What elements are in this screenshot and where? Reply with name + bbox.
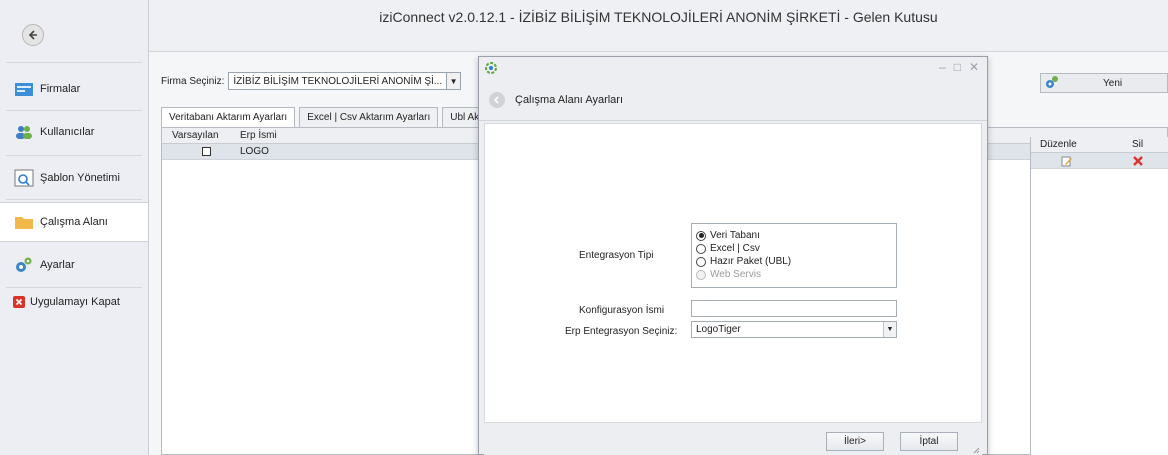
sidebar-item-label: Ayarlar (40, 259, 75, 271)
erp-name-cell: LOGO (240, 146, 269, 157)
sidebar-item-label: Uygulamayı Kapat (30, 296, 120, 308)
sidebar-item-kullanicilar[interactable]: Kullanıcılar (0, 112, 148, 152)
cancel-button[interactable]: İptal (900, 432, 958, 451)
radio-excel-csv[interactable]: Excel | Csv (696, 243, 760, 254)
column-header-duzenle[interactable]: Düzenle (1040, 139, 1077, 150)
sidebar-item-sablon[interactable]: Şablon Yönetimi (0, 158, 148, 198)
integration-type-group: Veri Tabanı Excel | Csv Hazır Paket (UBL… (691, 223, 897, 288)
sidebar-item-label: Şablon Yönetimi (40, 172, 120, 184)
firma-selector-row: Firma Seçiniz: İZİBİZ BİLİŞİM TEKNOLOJİL… (161, 72, 462, 90)
chevron-down-icon[interactable]: ▼ (446, 73, 461, 89)
integration-type-label: Entegrasyon Tipi (579, 250, 654, 261)
back-icon[interactable] (489, 91, 505, 108)
sidebar-divider (6, 62, 142, 63)
erp-select[interactable]: LogoTiger ▼ (691, 321, 897, 338)
chevron-down-icon[interactable]: ▼ (883, 322, 896, 337)
maximize-icon[interactable]: □ (954, 60, 961, 74)
gears-icon (14, 256, 34, 274)
app-logo-icon (485, 62, 497, 74)
radio-label: Hazır Paket (UBL) (710, 256, 792, 267)
dialog-body: Entegrasyon Tipi Veri Tabanı Excel | Csv… (484, 123, 982, 423)
window-title: iziConnect v2.0.12.1 - İZİBİZ BİLİŞİM TE… (379, 9, 938, 25)
minimize-icon[interactable]: – (939, 60, 946, 74)
sidebar-item-firmalar[interactable]: Firmalar (0, 69, 148, 109)
sidebar-item-uygulamayi-kapat[interactable]: Uygulamayı Kapat (0, 291, 148, 313)
company-icon (14, 80, 34, 98)
next-button[interactable]: İleri> (826, 432, 884, 451)
erp-select-label: Erp Entegrasyon Seçiniz: (565, 326, 678, 337)
tab-veritabani[interactable]: Veritabanı Aktarım Ayarları (161, 107, 296, 127)
radio-label: Web Servis (710, 269, 761, 280)
resize-grip-icon[interactable] (972, 446, 980, 454)
dialog-header: Çalışma Alanı Ayarları (479, 79, 987, 121)
users-icon (14, 123, 34, 141)
grid-actions-columns: Düzenle Sil (1030, 137, 1168, 455)
firma-label: Firma Seçiniz: (161, 75, 225, 87)
window-controls: – □ ✕ (939, 60, 979, 74)
arrow-left-icon (28, 30, 37, 40)
sidebar: Firmalar Kullanıcılar Şablon Yönetimi Ça… (0, 0, 149, 455)
sidebar-item-label: Çalışma Alanı (40, 216, 108, 228)
edit-icon[interactable] (1061, 155, 1073, 170)
sidebar-item-label: Firmalar (40, 83, 81, 95)
sidebar-divider (6, 110, 142, 111)
new-button-label: Yeni (1103, 77, 1123, 89)
column-header-varsayilan[interactable]: Varsayılan (172, 130, 219, 141)
window-titlebar: iziConnect v2.0.12.1 - İZİBİZ BİLİŞİM TE… (149, 0, 1168, 52)
firma-select[interactable]: İZİBİZ BİLİŞİM TEKNOLOJİLERİ ANONİM Şİ..… (228, 72, 462, 90)
radio-button[interactable] (696, 256, 706, 267)
workspace-settings-dialog: – □ ✕ Çalışma Alanı Ayarları Entegrasyon… (478, 56, 988, 455)
dialog-footer: İleri> İptal (484, 423, 982, 455)
firma-select-value: İZİBİZ BİLİŞİM TEKNOLOJİLERİ ANONİM Şİ..… (233, 75, 443, 87)
sidebar-divider (6, 199, 142, 200)
radio-label: Veri Tabanı (710, 230, 760, 241)
table-row-actions (1031, 153, 1168, 169)
folder-icon (14, 213, 34, 231)
default-checkbox[interactable] (202, 147, 211, 156)
radio-veri-tabani[interactable]: Veri Tabanı (696, 230, 760, 241)
sidebar-item-label: Kullanıcılar (40, 126, 95, 138)
new-button[interactable]: Yeni (1040, 73, 1168, 93)
radio-label: Excel | Csv (710, 243, 760, 254)
erp-select-value: LogoTiger (696, 324, 741, 335)
dialog-titlebar: – □ ✕ (479, 57, 987, 79)
gears-icon (1045, 75, 1059, 92)
sidebar-item-calisma-alani[interactable]: Çalışma Alanı (0, 202, 148, 242)
sidebar-item-ayarlar[interactable]: Ayarlar (0, 245, 148, 285)
tab-strip: Veritabanı Aktarım Ayarları Excel | Csv … (161, 107, 491, 127)
close-icon[interactable]: ✕ (969, 60, 979, 74)
config-name-label: Konfigurasyon İsmi (579, 305, 665, 316)
column-header-sil[interactable]: Sil (1132, 139, 1143, 150)
tab-excel-csv[interactable]: Excel | Csv Aktarım Ayarları (299, 107, 439, 127)
sidebar-divider (6, 155, 142, 156)
column-header-erp-ismi[interactable]: Erp İsmi (240, 130, 277, 141)
template-icon (14, 169, 34, 187)
grid-header-actions: Düzenle Sil (1031, 137, 1168, 153)
new-button-area: Yeni (1040, 73, 1168, 93)
radio-hazir-paket[interactable]: Hazır Paket (UBL) (696, 256, 791, 267)
radio-web-servis: Web Servis (696, 269, 761, 280)
dialog-title: Çalışma Alanı Ayarları (515, 93, 624, 106)
close-app-icon (12, 295, 26, 309)
radio-button[interactable] (696, 243, 706, 254)
radio-button[interactable] (696, 230, 706, 241)
back-button[interactable] (22, 24, 44, 46)
delete-icon[interactable] (1132, 155, 1144, 170)
config-name-input[interactable] (691, 300, 897, 317)
sidebar-divider (6, 287, 142, 288)
radio-button (696, 269, 706, 280)
